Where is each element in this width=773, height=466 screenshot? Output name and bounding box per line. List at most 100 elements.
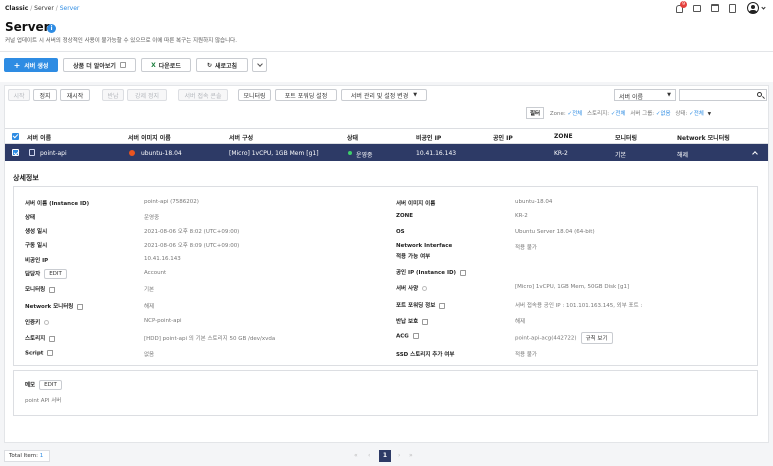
- acg-rules-button[interactable]: 규칙 보기: [580, 332, 613, 344]
- user-avatar-icon[interactable]: [747, 2, 759, 14]
- value-script: 없음: [144, 352, 155, 358]
- notification-badge: 9: [680, 1, 687, 8]
- last-page-icon[interactable]: »: [409, 452, 413, 459]
- value-os: Ubuntu Server 18.04 (64-bit): [515, 229, 595, 235]
- external-link-icon[interactable]: [49, 286, 56, 293]
- external-link-icon[interactable]: [77, 303, 84, 310]
- excel-icon: X: [151, 61, 156, 69]
- value-created: 2021-08-06 오후 8:02 (UTC+09:00): [144, 229, 240, 235]
- filter-group[interactable]: 없음: [661, 111, 671, 117]
- create-server-button[interactable]: + 서버 생성: [4, 58, 58, 72]
- next-page-icon[interactable]: ›: [398, 452, 400, 459]
- label-public-ip: 공인 IP (Instance ID): [396, 268, 467, 276]
- detail-title: 상세정보: [13, 174, 39, 182]
- row-checkbox[interactable]: [12, 149, 19, 156]
- ubuntu-icon: [129, 150, 135, 156]
- download-button[interactable]: X 다운로드: [141, 58, 191, 72]
- label-created: 생성 일시: [25, 229, 48, 235]
- start-button[interactable]: 시작: [8, 89, 30, 101]
- server-icon: [29, 149, 35, 156]
- value-instance-id: point-api (7586202): [144, 199, 199, 205]
- current-page[interactable]: 1: [379, 450, 391, 462]
- row-name[interactable]: point-api: [40, 150, 67, 157]
- filter-status[interactable]: 전체: [694, 111, 704, 117]
- value-ssd: 적용 불가: [515, 352, 537, 358]
- chat-icon[interactable]: [693, 5, 701, 12]
- search-type-select[interactable]: 서버 이름 ▼: [614, 89, 676, 101]
- value-port-forward: 서버 접속용 공인 IP : 101.101.163.145, 외부 포트 :: [515, 303, 643, 309]
- doc-icon[interactable]: [729, 4, 736, 13]
- memo-box: [13, 370, 758, 416]
- restart-button[interactable]: 재시작: [60, 89, 90, 101]
- external-link-icon[interactable]: [412, 333, 419, 339]
- external-link-icon[interactable]: [439, 302, 446, 309]
- title-area: [0, 18, 773, 52]
- label-image: 서버 이미지 이름: [396, 201, 436, 207]
- value-net-interface: 적용 불가: [515, 245, 537, 251]
- return-button[interactable]: 반납: [102, 89, 124, 101]
- filter-zone[interactable]: 전체: [572, 111, 582, 117]
- info-icon[interactable]: i: [47, 24, 56, 33]
- caret-down-icon[interactable]: ▼: [708, 112, 711, 117]
- external-link-icon[interactable]: [422, 318, 429, 325]
- force-stop-button[interactable]: 강제 정지: [127, 89, 167, 101]
- more-options-button[interactable]: [252, 58, 267, 72]
- value-storage: [HDD] point-api 의 기본 스토리지 50 GB /dev/xvd…: [144, 336, 276, 342]
- label-instance-id: 서버 이름 (Instance ID): [25, 201, 90, 207]
- row-image: ubuntu-18.04: [141, 150, 182, 157]
- th-status[interactable]: 상태: [347, 133, 358, 142]
- select-all-checkbox[interactable]: [12, 133, 19, 140]
- row-zone: KR-2: [554, 150, 568, 157]
- external-link-icon[interactable]: [49, 335, 56, 342]
- filter-storage[interactable]: 전체: [615, 111, 625, 117]
- table-row[interactable]: [5, 144, 768, 161]
- port-forward-button[interactable]: 포트 포워딩 설정: [275, 89, 337, 101]
- help-icon[interactable]: [44, 320, 50, 325]
- th-private-ip[interactable]: 비공인 IP: [416, 133, 441, 142]
- memo-edit-button[interactable]: EDIT: [39, 380, 62, 390]
- total-items: Total Item: 1: [4, 450, 50, 462]
- th-image[interactable]: 서버 이미지 이름: [128, 133, 171, 142]
- row-monitoring: 기본: [615, 152, 627, 159]
- row-private-ip: 10.41.16.143: [416, 150, 457, 157]
- external-link-icon[interactable]: [460, 269, 467, 276]
- help-icon[interactable]: [422, 286, 428, 291]
- monitoring-button[interactable]: 모니터링: [238, 89, 271, 101]
- page-title: Server: [5, 20, 50, 34]
- label-acg: ACG: [396, 333, 419, 340]
- th-public-ip[interactable]: 공인 IP: [493, 133, 513, 142]
- detail-box: [13, 186, 758, 366]
- filter-button[interactable]: 필터: [526, 107, 545, 119]
- breadcrumb-mid[interactable]: Server: [34, 5, 54, 12]
- value-acg: point-api-acg(442722) 규칙 보기: [515, 332, 613, 344]
- breadcrumb-root[interactable]: Classic: [5, 5, 28, 12]
- breadcrumb-current[interactable]: Server: [60, 5, 80, 12]
- caret-down-icon: ▼: [413, 92, 418, 98]
- th-name[interactable]: 서버 이름: [27, 133, 51, 142]
- label-owner: 담당자 EDIT: [25, 269, 67, 279]
- value-auth-key: NCP-point-api: [144, 318, 182, 324]
- label-server-spec: 서버 사양: [396, 284, 428, 292]
- stop-button[interactable]: 정지: [33, 89, 57, 101]
- owner-edit-button[interactable]: EDIT: [44, 269, 67, 279]
- value-started: 2021-08-06 오후 8:09 (UTC+09:00): [144, 243, 240, 249]
- prev-page-icon[interactable]: ‹: [368, 452, 370, 459]
- more-info-button[interactable]: 상품 더 알아보기: [63, 58, 136, 72]
- external-link-icon[interactable]: [47, 350, 54, 356]
- th-zone[interactable]: ZONE: [554, 133, 573, 140]
- calendar-icon[interactable]: [711, 4, 719, 12]
- th-spec[interactable]: 서버 구성: [229, 133, 253, 142]
- refresh-button[interactable]: ↻ 새로고침: [196, 58, 248, 72]
- label-status: 상태: [25, 215, 36, 221]
- console-button[interactable]: 서버 접속 콘솔: [178, 89, 228, 101]
- th-net-monitoring[interactable]: Network 모니터링: [677, 133, 730, 142]
- label-private-ip: 비공인 IP: [25, 258, 49, 264]
- value-image: ubuntu-18.04: [515, 199, 553, 205]
- first-page-icon[interactable]: «: [354, 452, 358, 459]
- manage-button[interactable]: 서버 관리 및 설정 변경 ▼: [341, 89, 427, 101]
- search-input[interactable]: [679, 89, 767, 101]
- value-status: 운영중: [144, 215, 160, 221]
- th-monitoring[interactable]: 모니터링: [615, 133, 637, 142]
- row-net-monitoring: 해제: [677, 152, 689, 159]
- filter-bar: 필터 Zone: ✓전체 스토리지: ✓전체 서버 그룹: ✓없음 상태: ✓전…: [526, 107, 767, 119]
